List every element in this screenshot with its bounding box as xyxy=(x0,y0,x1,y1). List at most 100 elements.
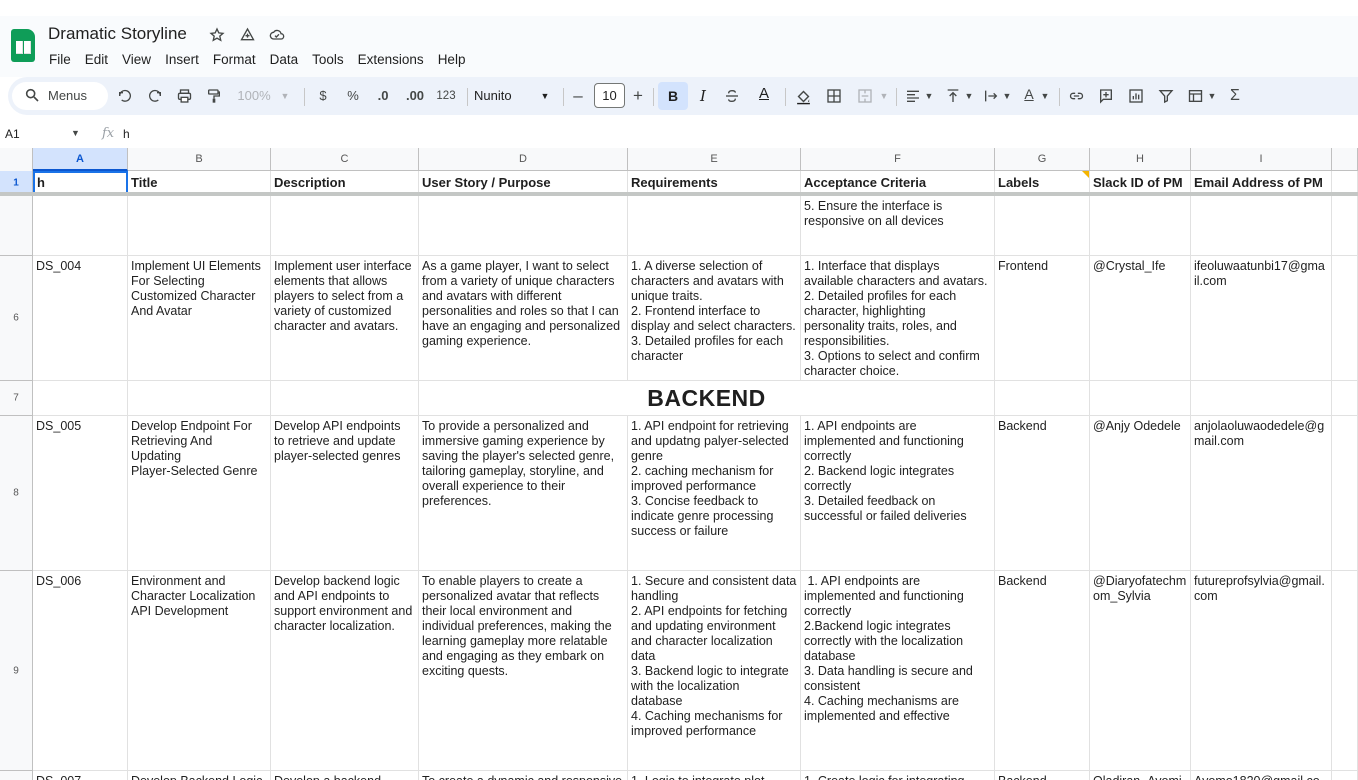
row-header[interactable] xyxy=(0,196,33,256)
table-cell[interactable]: Environment and Character Localization A… xyxy=(128,571,271,771)
merge-cells-icon[interactable] xyxy=(854,82,876,110)
row-header[interactable]: 6 xyxy=(0,256,33,381)
name-box[interactable]: A1 xyxy=(5,127,20,141)
menu-help[interactable]: Help xyxy=(431,51,473,68)
functions-button[interactable]: Σ xyxy=(1224,82,1246,110)
table-cell[interactable]: Develop Backend Logic xyxy=(128,771,271,780)
row-header[interactable]: 7 xyxy=(0,381,33,416)
table-cell[interactable]: Develop API endpoints to retrieve and up… xyxy=(271,416,419,571)
text-wrapping-icon[interactable] xyxy=(981,82,1001,110)
table-cell[interactable]: DS_007 xyxy=(33,771,128,780)
halign-chevron-down-icon[interactable]: ▼ xyxy=(923,82,935,110)
section-heading-backend[interactable]: BACKEND xyxy=(419,381,995,416)
italic-button[interactable]: I xyxy=(693,82,713,110)
star-icon[interactable] xyxy=(208,27,226,45)
table-cell[interactable] xyxy=(419,196,628,256)
column-header-b[interactable]: B xyxy=(128,148,271,171)
column-header-g[interactable]: G xyxy=(995,148,1090,171)
text-rotation-button[interactable]: A xyxy=(1019,82,1039,110)
column-header-a[interactable]: A xyxy=(33,148,128,171)
filter-icon[interactable] xyxy=(1155,82,1177,110)
document-title[interactable]: Dramatic Storyline xyxy=(48,24,187,44)
table-cell[interactable] xyxy=(128,381,271,416)
percent-format-button[interactable]: % xyxy=(343,82,363,110)
increase-decimal-button[interactable]: .00 xyxy=(401,82,429,110)
table-cell[interactable] xyxy=(33,381,128,416)
paint-format-icon[interactable] xyxy=(203,82,225,110)
menu-format[interactable]: Format xyxy=(206,51,263,68)
table-cell[interactable]: 1. API endpoints are implemented and fun… xyxy=(801,416,995,571)
font-chevron-down-icon[interactable]: ▼ xyxy=(538,82,552,110)
decrease-decimal-button[interactable]: .0 xyxy=(371,82,395,110)
table-cell[interactable] xyxy=(1332,571,1358,771)
wrap-chevron-down-icon[interactable]: ▼ xyxy=(1001,82,1013,110)
row-header[interactable]: 9 xyxy=(0,571,33,771)
table-cell[interactable]: Develop backend logic and API endpoints … xyxy=(271,571,419,771)
merge-chevron-down-icon[interactable]: ▼ xyxy=(878,82,890,110)
table-cell[interactable] xyxy=(1332,196,1358,256)
table-cell[interactable]: @Diaryofatechm om_Sylvia xyxy=(1090,571,1191,771)
table-cell[interactable]: DS_006 xyxy=(33,571,128,771)
table-cell[interactable]: 1. API endpoints are implemented and fun… xyxy=(801,571,995,771)
horizontal-align-icon[interactable] xyxy=(903,82,923,110)
menus-search-button[interactable]: Menus xyxy=(12,82,108,110)
rotation-chevron-down-icon[interactable]: ▼ xyxy=(1039,82,1051,110)
currency-format-button[interactable]: $ xyxy=(313,82,333,110)
table-cell[interactable]: As a game player, I want to select from … xyxy=(419,256,628,381)
table-cell[interactable]: Backend xyxy=(995,571,1090,771)
menu-data[interactable]: Data xyxy=(263,51,306,68)
table-cell[interactable]: 1. API endpoint for retrieving and updat… xyxy=(628,416,801,571)
table-cell[interactable]: Implement user interface elements that a… xyxy=(271,256,419,381)
table-cell[interactable]: To create a dynamic and responsive xyxy=(419,771,628,780)
strikethrough-icon[interactable] xyxy=(721,82,743,110)
table-cell[interactable]: @Crystal_Ife xyxy=(1090,256,1191,381)
table-cell[interactable]: To provide a personalized and immersive … xyxy=(419,416,628,571)
print-icon[interactable] xyxy=(173,82,195,110)
table-cell[interactable]: Backend xyxy=(995,771,1090,780)
filter-views-chevron-down-icon[interactable]: ▼ xyxy=(1206,82,1218,110)
table-cell[interactable]: 1. A diverse selection of characters and… xyxy=(628,256,801,381)
table-cell[interactable] xyxy=(271,381,419,416)
table-cell[interactable]: Implement UI Elements For Selecting Cust… xyxy=(128,256,271,381)
frozen-row-divider[interactable] xyxy=(0,192,1358,196)
number-format-button[interactable]: 123 xyxy=(433,82,459,110)
table-cell[interactable] xyxy=(1332,256,1358,381)
font-size-input[interactable]: 10 xyxy=(594,83,625,108)
bold-button[interactable]: B xyxy=(658,82,688,110)
table-cell[interactable] xyxy=(1332,771,1358,780)
column-header-i[interactable]: I xyxy=(1191,148,1332,171)
table-cell[interactable] xyxy=(1332,416,1358,571)
insert-chart-icon[interactable] xyxy=(1125,82,1147,110)
table-cell[interactable]: Oladiran_Ayomi xyxy=(1090,771,1191,780)
table-cell[interactable] xyxy=(1332,381,1358,416)
zoom-select[interactable]: 100% xyxy=(233,82,275,110)
menu-extensions[interactable]: Extensions xyxy=(351,51,431,68)
table-cell[interactable]: To enable players to create a personaliz… xyxy=(419,571,628,771)
zoom-chevron-down-icon[interactable]: ▼ xyxy=(278,82,292,110)
table-cell[interactable]: 1. Interface that displays available cha… xyxy=(801,256,995,381)
formula-input[interactable]: h xyxy=(123,127,130,141)
table-cell[interactable] xyxy=(1090,196,1191,256)
decrease-font-size-button[interactable]: – xyxy=(570,82,586,110)
table-cell[interactable] xyxy=(1191,196,1332,256)
table-cell[interactable]: Ayomo1820@gmail.co xyxy=(1191,771,1332,780)
menu-edit[interactable]: Edit xyxy=(78,51,115,68)
table-cell[interactable]: 5. Ensure the interface is responsive on… xyxy=(801,196,995,256)
font-family-select[interactable]: Nunito xyxy=(474,82,524,110)
move-to-drive-icon[interactable] xyxy=(238,27,256,45)
text-color-button[interactable]: A xyxy=(751,82,777,110)
column-header-f[interactable]: F xyxy=(801,148,995,171)
table-cell[interactable]: Develop a backend xyxy=(271,771,419,780)
menu-file[interactable]: File xyxy=(42,51,78,68)
valign-chevron-down-icon[interactable]: ▼ xyxy=(963,82,975,110)
table-cell[interactable] xyxy=(128,196,271,256)
select-all-corner[interactable] xyxy=(0,148,33,171)
table-cell[interactable]: 1. Secure and consistent data handling 2… xyxy=(628,571,801,771)
table-cell[interactable]: Backend xyxy=(995,416,1090,571)
borders-icon[interactable] xyxy=(823,82,845,110)
table-cell[interactable]: futureprofsylvia@gmail. com xyxy=(1191,571,1332,771)
table-cell[interactable]: @Anjy Odedele xyxy=(1090,416,1191,571)
table-cell[interactable]: DS_004 xyxy=(33,256,128,381)
vertical-align-icon[interactable] xyxy=(943,82,963,110)
table-cell[interactable]: DS_005 xyxy=(33,416,128,571)
